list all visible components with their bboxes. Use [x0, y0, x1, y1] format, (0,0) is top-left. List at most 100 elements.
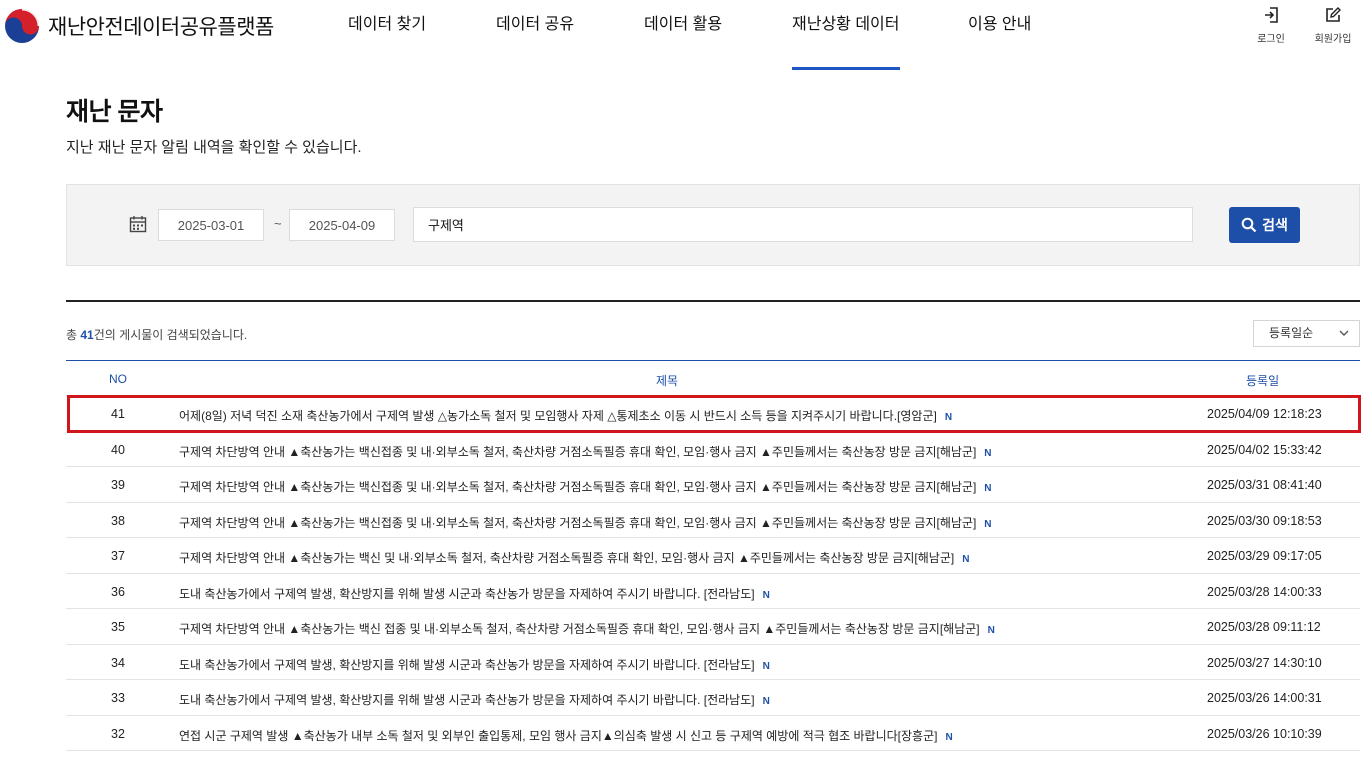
new-badge: N — [944, 412, 953, 423]
table-row[interactable]: 35 구제역 차단방역 안내 ▲축산농가는 백신 접종 및 내·외부소독 철저, … — [66, 609, 1360, 645]
result-count-number: 41 — [80, 328, 94, 342]
search-panel: ~ 검색 — [66, 184, 1360, 266]
page-description: 지난 재난 문자 알림 내역을 확인할 수 있습니다. — [66, 139, 362, 156]
row-title-link[interactable]: 도내 축산농가에서 구제역 발생, 확산방지를 위해 발생 시군과 축산농가 방… — [179, 691, 770, 708]
date-range-separator: ~ — [274, 216, 282, 231]
row-date: 2025/03/26 14:00:31 — [1207, 691, 1322, 705]
table-row[interactable]: 33 도내 축산농가에서 구제역 발생, 확산방지를 위해 발생 시군과 축산농가… — [66, 680, 1360, 716]
row-date: 2025/03/28 09:11:12 — [1207, 620, 1321, 634]
row-title-link[interactable]: 도내 축산농가에서 구제역 발생, 확산방지를 위해 발생 시군과 축산농가 방… — [179, 656, 770, 673]
col-header-date: 등록일 — [1246, 374, 1280, 388]
site-logo[interactable]: 재난안전데이터공유플랫폼 — [4, 8, 274, 44]
row-number: 39 — [111, 478, 125, 492]
row-date: 2025/04/02 15:33:42 — [1207, 442, 1322, 457]
search-button[interactable]: 검색 — [1229, 207, 1300, 243]
row-title-link[interactable]: 어제(8일) 저녁 덕진 소재 축산농가에서 구제역 발생 △농가소독 철저 및… — [179, 407, 952, 424]
logo-text: 재난안전데이터공유플랫폼 — [48, 16, 274, 39]
new-badge: N — [987, 625, 995, 636]
row-number: 35 — [111, 620, 125, 634]
row-title: 구제역 차단방역 안내 ▲축산농가는 백신 접종 및 내·외부소독 철저, 축산… — [179, 622, 980, 636]
row-title: 구제역 차단방역 안내 ▲축산농가는 백신접종 및 내·외부소독 철저, 축산차… — [179, 515, 977, 530]
start-date-input[interactable] — [158, 209, 264, 241]
end-date-input[interactable] — [289, 209, 395, 241]
row-number: 38 — [111, 513, 125, 528]
table-row[interactable]: 36 도내 축산농가에서 구제역 발생, 확산방지를 위해 발생 시군과 축산농가… — [66, 574, 1360, 609]
section-divider — [66, 300, 1360, 302]
table-row[interactable]: 41 어제(8일) 저녁 덕진 소재 축산농가에서 구제역 발생 △농가소독 철저… — [66, 396, 1360, 432]
nav-item-data-search[interactable]: 데이터 찾기 — [348, 0, 426, 70]
login-label: 로그인 — [1257, 34, 1285, 45]
signup-button[interactable]: 회원가입 — [1309, 6, 1357, 45]
row-date: 2025/03/27 14:30:10 — [1207, 655, 1322, 670]
row-title: 도내 축산농가에서 구제역 발생, 확산방지를 위해 발생 시군과 축산농가 방… — [179, 693, 755, 707]
new-badge: N — [984, 447, 992, 459]
chevron-down-icon — [1339, 330, 1349, 336]
new-badge: N — [984, 483, 992, 494]
col-header-no: NO — [109, 372, 127, 386]
row-date: 2025/03/30 09:18:53 — [1207, 513, 1322, 528]
row-title-link[interactable]: 구제역 차단방역 안내 ▲축산농가는 백신 접종 및 내·외부소독 철저, 축산… — [179, 620, 995, 637]
row-title-link[interactable]: 구제역 차단방역 안내 ▲축산농가는 백신접종 및 내·외부소독 철저, 축산차… — [179, 443, 992, 460]
result-count-suffix: 건의 게시물이 검색되었습니다. — [93, 328, 248, 342]
new-badge: N — [762, 589, 770, 601]
table-row[interactable]: 32 연접 시군 구제역 발생 ▲축산농가 내부 소독 철저 및 외부인 출입통제… — [66, 716, 1360, 751]
site-header: 재난안전데이터공유플랫폼 데이터 찾기 데이터 공유 데이터 활용 재난상황 데… — [0, 0, 1366, 70]
row-title-link[interactable]: 연접 시군 구제역 발생 ▲축산농가 내부 소독 철저 및 외부인 출입통제, … — [179, 727, 953, 744]
row-date: 2025/03/26 10:10:39 — [1207, 726, 1322, 741]
table-row[interactable]: 38 구제역 차단방역 안내 ▲축산농가는 백신접종 및 내·외부소독 철저, 축… — [66, 503, 1360, 538]
row-title: 구제역 차단방역 안내 ▲축산농가는 백신 및 내·외부소독 철저, 축산차량 … — [179, 551, 955, 565]
calendar-icon[interactable] — [129, 215, 147, 233]
nav-item-disaster-data[interactable]: 재난상황 데이터 — [792, 0, 900, 70]
sort-select[interactable]: 등록일순 — [1253, 320, 1360, 347]
row-number: 33 — [111, 691, 125, 705]
row-number: 37 — [111, 549, 125, 563]
edit-icon — [1326, 7, 1341, 22]
row-date: 2025/04/09 12:18:23 — [1207, 407, 1322, 421]
login-button[interactable]: 로그인 — [1247, 6, 1295, 45]
table-body: 41 어제(8일) 저녁 덕진 소재 축산농가에서 구제역 발생 △농가소독 철저… — [66, 396, 1360, 751]
keyword-input[interactable] — [413, 207, 1193, 242]
message-table: NO 제목 등록일 41 어제(8일) 저녁 덕진 소재 축산농가에서 구제역 발… — [66, 360, 1360, 751]
row-title: 구제역 차단방역 안내 ▲축산농가는 백신접종 및 내·외부소독 철저, 축산차… — [179, 480, 977, 494]
row-number: 34 — [111, 655, 125, 670]
sort-select-value: 등록일순 — [1269, 326, 1314, 340]
result-count: 총 41건의 게시물이 검색되었습니다. — [66, 326, 247, 343]
row-number: 40 — [111, 442, 125, 457]
row-date: 2025/03/31 08:41:40 — [1207, 478, 1322, 492]
row-title-link[interactable]: 구제역 차단방역 안내 ▲축산농가는 백신접종 및 내·외부소독 철저, 축산차… — [179, 478, 992, 495]
row-title: 연접 시군 구제역 발생 ▲축산농가 내부 소독 철저 및 외부인 출입통제, … — [179, 728, 938, 743]
table-header: NO 제목 등록일 — [66, 360, 1360, 396]
table-row[interactable]: 34 도내 축산농가에서 구제역 발생, 확산방지를 위해 발생 시군과 축산농가… — [66, 645, 1360, 680]
row-title-link[interactable]: 구제역 차단방역 안내 ▲축산농가는 백신 및 내·외부소독 철저, 축산차량 … — [179, 549, 969, 566]
new-badge: N — [984, 518, 992, 530]
signup-label: 회원가입 — [1314, 34, 1352, 45]
row-title: 구제역 차단방역 안내 ▲축산농가는 백신접종 및 내·외부소독 철저, 축산차… — [179, 444, 977, 459]
login-icon — [1265, 7, 1278, 23]
table-row[interactable]: 40 구제역 차단방역 안내 ▲축산농가는 백신접종 및 내·외부소독 철저, 축… — [66, 432, 1360, 467]
row-date: 2025/03/28 14:00:33 — [1207, 584, 1322, 599]
row-title-link[interactable]: 도내 축산농가에서 구제역 발생, 확산방지를 위해 발생 시군과 축산농가 방… — [179, 585, 770, 602]
new-badge: N — [762, 696, 770, 707]
new-badge: N — [762, 660, 770, 672]
nav-item-guide[interactable]: 이용 안내 — [968, 0, 1031, 70]
row-number: 32 — [111, 726, 125, 741]
nav-item-data-use[interactable]: 데이터 활용 — [644, 0, 722, 70]
page-title: 재난 문자 — [66, 98, 163, 126]
row-title: 도내 축산농가에서 구제역 발생, 확산방지를 위해 발생 시군과 축산농가 방… — [179, 586, 755, 601]
taegeuk-logo-icon — [5, 8, 40, 43]
row-title: 도내 축산농가에서 구제역 발생, 확산방지를 위해 발생 시군과 축산농가 방… — [179, 657, 755, 672]
row-title-link[interactable]: 구제역 차단방역 안내 ▲축산농가는 백신접종 및 내·외부소독 철저, 축산차… — [179, 514, 992, 531]
row-number: 41 — [111, 407, 125, 421]
new-badge: N — [945, 731, 953, 743]
result-count-prefix: 총 — [66, 328, 81, 342]
table-row[interactable]: 37 구제역 차단방역 안내 ▲축산농가는 백신 및 내·외부소독 철저, 축산차… — [66, 538, 1360, 574]
col-header-title: 제목 — [656, 374, 679, 388]
new-badge: N — [962, 554, 970, 565]
table-row[interactable]: 39 구제역 차단방역 안내 ▲축산농가는 백신접종 및 내·외부소독 철저, 축… — [66, 467, 1360, 503]
row-title: 어제(8일) 저녁 덕진 소재 축산농가에서 구제역 발생 △농가소독 철저 및… — [179, 409, 937, 423]
row-number: 36 — [111, 584, 125, 599]
nav-item-data-share[interactable]: 데이터 공유 — [496, 0, 574, 70]
search-button-label: 검색 — [1262, 217, 1288, 233]
row-date: 2025/03/29 09:17:05 — [1207, 549, 1322, 563]
search-icon — [1241, 217, 1257, 233]
